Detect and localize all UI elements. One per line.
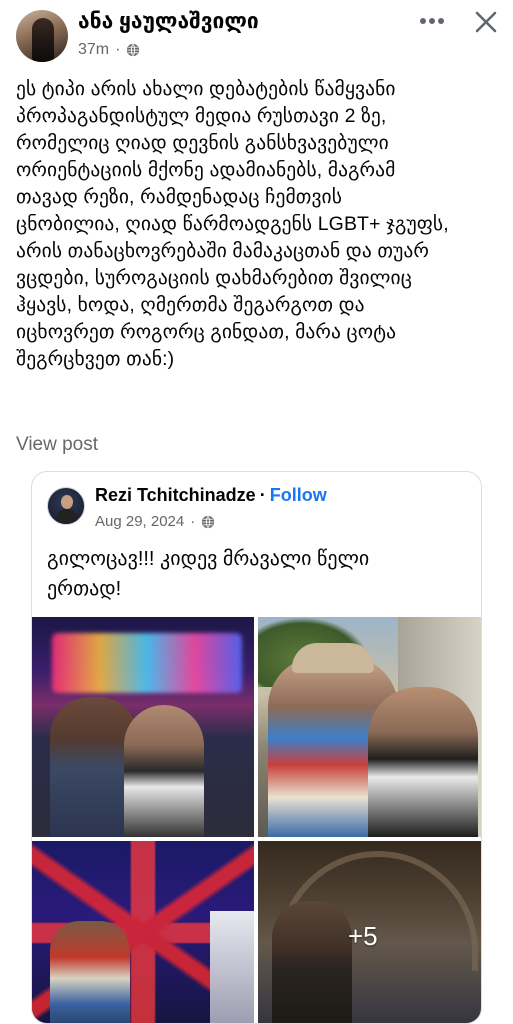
shared-meta-separator: · bbox=[190, 513, 196, 530]
photo-hall-more[interactable]: +5 bbox=[258, 841, 481, 1023]
follow-button[interactable]: Follow bbox=[270, 485, 327, 505]
photo-street-selfie[interactable] bbox=[258, 617, 481, 837]
shared-post-date[interactable]: Aug 29, 2024 bbox=[95, 513, 184, 530]
post-text-line: ეს ტიპი არის ახალი დებატების წამყვანი bbox=[16, 78, 396, 100]
author-follow-separator: · bbox=[259, 485, 266, 505]
shared-author-line: Rezi Tchitchinadze · Follow bbox=[95, 485, 327, 506]
post-time[interactable]: 37m bbox=[78, 41, 109, 59]
post-text: ეს ტიპი არის ახალი დებატების წამყვანი პრ… bbox=[16, 76, 502, 373]
shared-post-card[interactable]: Rezi Tchitchinadze · Follow Aug 29, 2024 ·… bbox=[31, 471, 482, 1024]
photo-neon-flag[interactable] bbox=[32, 841, 254, 1023]
globe-icon bbox=[127, 43, 140, 57]
shared-post-meta: Aug 29, 2024 · bbox=[95, 513, 215, 530]
post-text-line: ცნობილია, ღიად წარმოადგენს LGBT+ ჯგუფს, bbox=[16, 213, 449, 235]
more-horizontal-icon bbox=[420, 18, 444, 24]
post-text-line: ორიენტაციის მქონე ადამიანებს, მაგრამ bbox=[16, 159, 396, 181]
globe-icon bbox=[202, 515, 215, 528]
shared-text-line: გილოცავ!!! კიდევ მრავალი წელი bbox=[47, 548, 370, 570]
photo-event-stage[interactable] bbox=[32, 617, 254, 837]
author-avatar[interactable] bbox=[16, 10, 68, 62]
shared-text-line: ერთად! bbox=[47, 578, 122, 600]
view-post-link[interactable]: View post bbox=[16, 434, 98, 456]
post-text-line: იცხოვრეთ როგორც გინდათ, მარა ცოტა bbox=[16, 321, 397, 343]
more-options-button[interactable] bbox=[415, 6, 449, 36]
post-text-line: ვცდები, სუროგაციის დახმარებით შვილიც bbox=[16, 267, 412, 289]
post-text-line: შეგრცხვეთ თან:) bbox=[16, 348, 175, 370]
post-text-line: თავად რეზი, რამდენადაც ჩემთვის bbox=[16, 186, 343, 208]
meta-separator: · bbox=[115, 41, 121, 58]
post-text-line: ჰყავს, ხოდა, ღმერთმა შეგარგოთ და bbox=[16, 294, 365, 316]
post-text-line: პროპაგანდისტულ მედია რუსთავი 2 ზე, bbox=[16, 105, 387, 127]
post-header: ანა ყაულაშვილი 37m · bbox=[0, 0, 513, 70]
more-photos-count: +5 bbox=[348, 921, 378, 951]
post-meta: 37m · bbox=[78, 41, 140, 59]
close-button[interactable] bbox=[468, 4, 504, 40]
author-name[interactable]: ანა ყაულაშვილი bbox=[78, 9, 259, 34]
post-text-line: არის თანაცხოვრებაში მამაკაცთან და თუარ bbox=[16, 240, 429, 262]
close-icon bbox=[475, 11, 497, 33]
post-text-line: რომელიც ღიად დევნის განსხვავებული bbox=[16, 132, 389, 154]
shared-post-text: გილოცავ!!! კიდევ მრავალი წელი ერთად! bbox=[47, 544, 467, 604]
shared-author-avatar[interactable] bbox=[47, 487, 85, 525]
shared-author-name[interactable]: Rezi Tchitchinadze bbox=[95, 485, 256, 505]
